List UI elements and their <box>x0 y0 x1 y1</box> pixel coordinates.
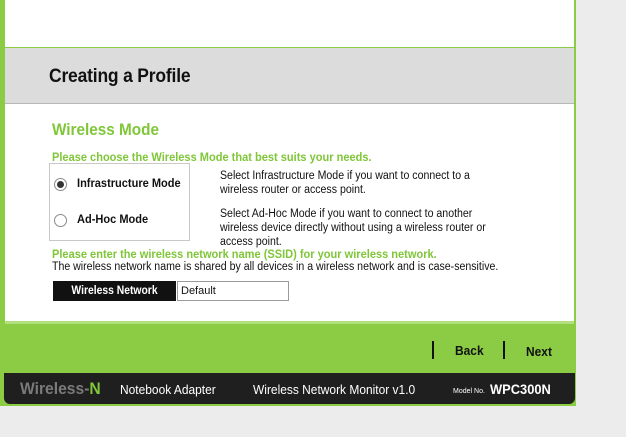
brand-logo: Wireless-N <box>20 379 101 399</box>
model-number: WPC300N <box>490 381 551 397</box>
ssid-note: The wireless network name is shared by a… <box>52 261 499 273</box>
page-title: Creating a Profile <box>49 66 191 87</box>
brand-main: Wireless- <box>20 379 90 398</box>
app-name: Wireless Network Monitor v1.0 <box>253 382 416 397</box>
infrastructure-mode-label[interactable]: Infrastructure Mode <box>77 176 181 190</box>
divider-bar <box>432 341 434 359</box>
product-name: Notebook Adapter <box>120 382 216 397</box>
infrastructure-description: Select Infrastructure Mode if you want t… <box>220 170 470 196</box>
ssid-label-text: Wireless Network Name <box>71 285 158 317</box>
mode-selector: Infrastructure Mode Ad-Hoc Mode <box>49 163 190 241</box>
brand-accent: N <box>89 379 101 398</box>
adhoc-mode-label[interactable]: Ad-Hoc Mode <box>77 212 148 226</box>
section-title: Wireless Mode <box>52 120 160 139</box>
back-button[interactable]: Back <box>455 343 484 358</box>
content-panel: Wireless Mode Please choose the Wireless… <box>5 104 574 321</box>
model-label: Model No. <box>453 388 485 395</box>
top-panel <box>5 0 574 47</box>
nav-bar: Back Next <box>5 324 574 372</box>
mode-prompt: Please choose the Wireless Mode that bes… <box>52 150 372 164</box>
next-button[interactable]: Next <box>526 344 552 359</box>
ssid-input[interactable] <box>177 281 289 301</box>
adhoc-radio[interactable] <box>54 214 67 227</box>
adhoc-description: Select Ad-Hoc Mode if you want to connec… <box>220 208 486 248</box>
ssid-prompt: Please enter the wireless network name (… <box>52 247 437 261</box>
ssid-label: Wireless Network Name <box>53 281 176 317</box>
page-header: Creating a Profile <box>5 48 574 104</box>
infrastructure-radio[interactable] <box>54 178 67 191</box>
divider-bar <box>503 341 505 359</box>
footer-bar: Wireless-N Notebook Adapter Wireless Net… <box>4 373 575 404</box>
